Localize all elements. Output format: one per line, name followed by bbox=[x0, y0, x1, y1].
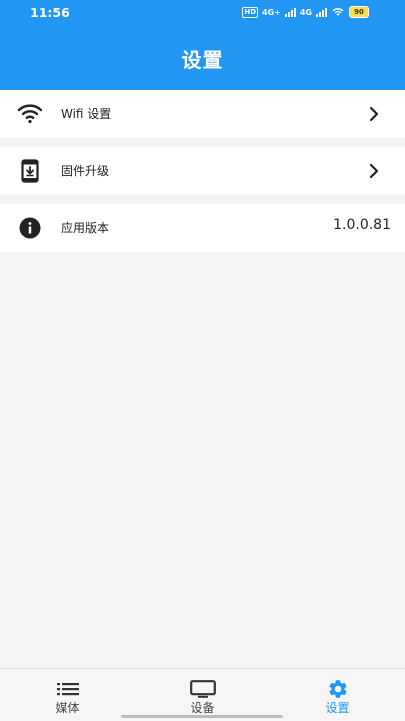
tab-settings[interactable]: 设置 bbox=[270, 669, 405, 721]
signal-icon-2 bbox=[316, 7, 327, 17]
page-title: 设置 bbox=[181, 48, 224, 72]
wifi-icon bbox=[18, 102, 42, 126]
firmware-upgrade-row[interactable]: 固件升级 bbox=[0, 147, 405, 195]
info-icon bbox=[18, 216, 42, 240]
tab-settings-label: 设置 bbox=[325, 701, 350, 715]
monitor-icon bbox=[189, 679, 216, 699]
status-bar: 11:56 HD 4G+ 4G 90 bbox=[0, 0, 405, 26]
firmware-upgrade-label: 固件升级 bbox=[61, 164, 110, 178]
battery-icon: 90 bbox=[349, 6, 369, 18]
network-type-1: 4G+ bbox=[262, 7, 281, 17]
tab-devices[interactable]: 设备 bbox=[135, 669, 270, 721]
wifi-settings-row[interactable]: Wifi 设置 bbox=[0, 90, 405, 138]
chevron-right-icon bbox=[369, 106, 379, 122]
hd-badge: HD bbox=[242, 6, 259, 18]
wifi-settings-label: Wifi 设置 bbox=[61, 107, 112, 121]
firmware-update-icon bbox=[18, 159, 42, 183]
network-type-2: 4G bbox=[299, 7, 312, 17]
tab-media-label: 媒体 bbox=[55, 701, 80, 715]
app-header: 11:56 HD 4G+ 4G 90 设置 bbox=[0, 0, 405, 90]
app-version-row: 应用版本 1.0.0.81 bbox=[0, 204, 405, 252]
home-indicator[interactable] bbox=[121, 715, 283, 718]
list-icon bbox=[55, 679, 81, 699]
bottom-tab-bar: 媒体 设备 设置 bbox=[0, 668, 405, 721]
app-version-value: 1.0.0.81 bbox=[333, 217, 391, 233]
gear-icon bbox=[325, 679, 351, 699]
status-time: 11:56 bbox=[30, 5, 70, 20]
app-version-label: 应用版本 bbox=[61, 221, 110, 235]
status-icons: HD 4G+ 4G 90 bbox=[242, 6, 369, 18]
chevron-right-icon bbox=[369, 163, 379, 179]
tab-devices-label: 设备 bbox=[190, 701, 215, 715]
wifi-status-icon bbox=[332, 8, 344, 16]
tab-media[interactable]: 媒体 bbox=[0, 669, 135, 721]
signal-icon bbox=[284, 7, 296, 17]
